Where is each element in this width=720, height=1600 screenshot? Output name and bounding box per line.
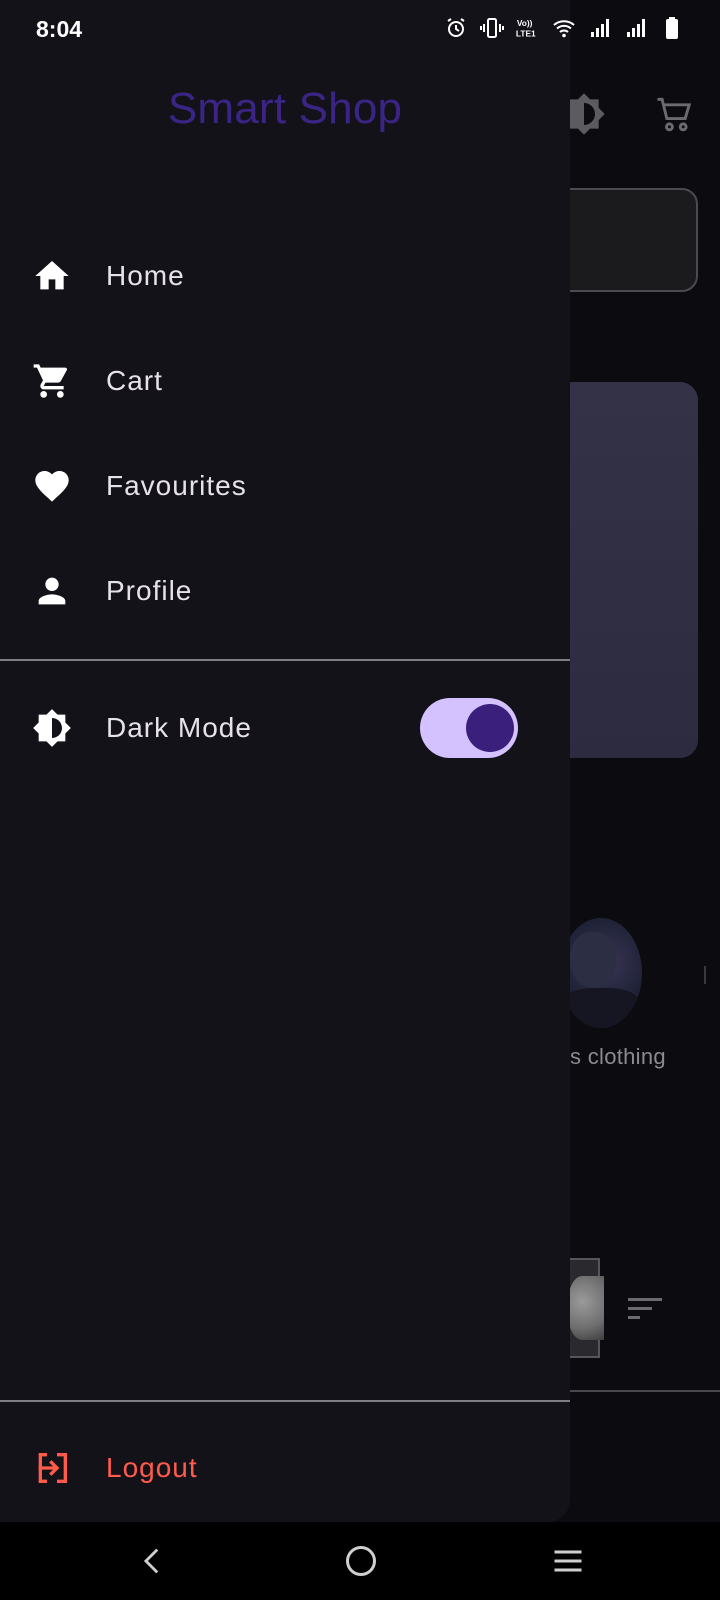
drawer-title: Smart Shop bbox=[167, 84, 403, 133]
drawer-divider bbox=[0, 659, 570, 661]
product-thumbnail bbox=[568, 1276, 604, 1340]
alarm-icon bbox=[442, 14, 470, 42]
signal-icon bbox=[586, 14, 614, 42]
scroll-indicator bbox=[704, 966, 706, 984]
dark-mode-switch[interactable] bbox=[420, 698, 518, 758]
logout-button[interactable]: Logout bbox=[0, 1420, 570, 1516]
sort-icon[interactable] bbox=[626, 1294, 666, 1324]
drawer-item-cart[interactable]: Cart bbox=[0, 333, 570, 429]
logout-icon bbox=[32, 1448, 72, 1488]
cart-icon bbox=[32, 361, 72, 401]
signal-icon bbox=[622, 14, 650, 42]
volte-icon: Vo)) LTE1 bbox=[514, 14, 542, 42]
wifi-icon bbox=[550, 14, 578, 42]
logout-label: Logout bbox=[106, 1452, 198, 1483]
status-bar: 8:04 Vo)) LTE1 bbox=[0, 0, 720, 60]
status-icons: Vo)) LTE1 bbox=[442, 14, 686, 42]
dark-mode-label: Dark Mode bbox=[106, 712, 252, 743]
recents-icon[interactable] bbox=[543, 1536, 593, 1586]
drawer-item-label: Home bbox=[106, 260, 185, 291]
svg-text:LTE1: LTE1 bbox=[516, 28, 536, 38]
drawer-item-favourites[interactable]: Favourites bbox=[0, 438, 570, 534]
battery-icon bbox=[658, 14, 686, 42]
svg-text:Vo)): Vo)) bbox=[517, 18, 533, 28]
drawer-bottom-divider bbox=[0, 1400, 570, 1402]
bottom-divider bbox=[560, 1390, 720, 1392]
screen: s clothing Smart Shop Home Cart Favourit… bbox=[0, 0, 720, 1600]
switch-thumb bbox=[466, 704, 514, 752]
brightness-icon bbox=[32, 708, 72, 748]
back-icon[interactable] bbox=[128, 1536, 178, 1586]
category-avatar[interactable] bbox=[560, 918, 642, 1028]
drawer-item-label: Profile bbox=[106, 575, 193, 606]
drawer-item-home[interactable]: Home bbox=[0, 228, 570, 324]
home-circle-icon[interactable] bbox=[336, 1536, 386, 1586]
vibrate-icon bbox=[478, 14, 506, 42]
cart-icon[interactable] bbox=[652, 92, 696, 136]
drawer-item-label: Favourites bbox=[106, 470, 247, 501]
avatar-face bbox=[570, 932, 616, 988]
category-caption: s clothing bbox=[570, 1044, 666, 1069]
drawer-item-profile[interactable]: Profile bbox=[0, 543, 570, 639]
person-icon bbox=[32, 571, 72, 611]
system-nav-bar bbox=[0, 1522, 720, 1600]
avatar-body bbox=[560, 988, 642, 1028]
drawer-item-label: Cart bbox=[106, 365, 163, 396]
navigation-drawer: Smart Shop Home Cart Favourites Profile bbox=[0, 0, 570, 1522]
heart-icon bbox=[32, 466, 72, 506]
status-time: 8:04 bbox=[36, 16, 83, 42]
home-icon bbox=[32, 256, 72, 296]
